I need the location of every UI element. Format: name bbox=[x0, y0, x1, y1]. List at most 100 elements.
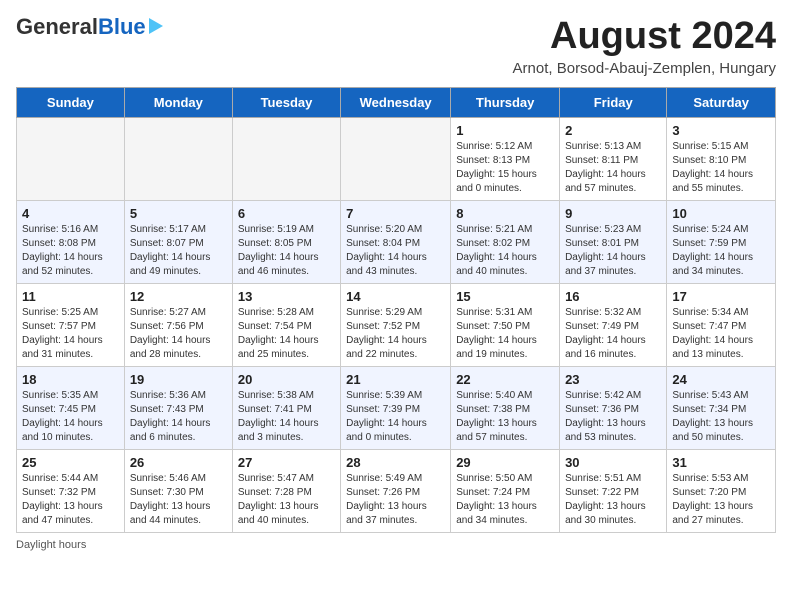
day-number: 21 bbox=[346, 372, 445, 387]
location-subtitle: Arnot, Borsod-Abauj-Zemplen, Hungary bbox=[513, 60, 776, 77]
calendar-cell: 22 Sunrise: 5:40 AMSunset: 7:38 PMDayligh… bbox=[451, 366, 560, 449]
calendar-cell bbox=[341, 117, 451, 200]
day-info: Sunrise: 5:53 AMSunset: 7:20 PMDaylight:… bbox=[672, 472, 770, 528]
day-number: 28 bbox=[346, 455, 445, 470]
day-header-thursday: Thursday bbox=[451, 87, 560, 117]
day-info: Sunrise: 5:28 AMSunset: 7:54 PMDaylight:… bbox=[238, 306, 335, 362]
calendar-cell: 30Sunrise: 5:51 AMSunset: 7:22 PMDayligh… bbox=[560, 449, 667, 532]
day-info: Sunrise: 5:42 AMSunset: 7:36 PMDaylight:… bbox=[565, 389, 661, 445]
calendar-week-row: 11Sunrise: 5:25 AMSunset: 7:57 PMDayligh… bbox=[17, 283, 776, 366]
day-info: Sunrise: 5:46 AMSunset: 7:30 PMDaylight:… bbox=[130, 472, 227, 528]
day-info: Sunrise: 5:32 AMSunset: 7:49 PMDaylight:… bbox=[565, 306, 661, 362]
calendar-cell: 24Sunrise: 5:43 AMSunset: 7:34 PMDayligh… bbox=[667, 366, 776, 449]
day-info: Sunrise: 5:38 AMSunset: 7:41 PMDaylight:… bbox=[238, 389, 335, 445]
day-number: 24 bbox=[672, 372, 770, 387]
calendar-cell bbox=[124, 117, 232, 200]
day-info: Sunrise: 5:40 AMSunset: 7:38 PMDaylight:… bbox=[456, 389, 554, 445]
calendar-header: SundayMondayTuesdayWednesdayThursdayFrid… bbox=[17, 87, 776, 117]
day-info: Sunrise: 5:27 AMSunset: 7:56 PMDaylight:… bbox=[130, 306, 227, 362]
calendar-week-row: 18 Sunrise: 5:35 AMSunset: 7:45 PMDayligh… bbox=[17, 366, 776, 449]
day-number: 3 bbox=[672, 123, 770, 138]
logo: General Blue bbox=[16, 16, 163, 38]
day-header-saturday: Saturday bbox=[667, 87, 776, 117]
day-info: Sunrise: 5:13 AMSunset: 8:11 PMDaylight:… bbox=[565, 140, 661, 196]
day-number: 22 bbox=[456, 372, 554, 387]
calendar-cell: 27Sunrise: 5:47 AMSunset: 7:28 PMDayligh… bbox=[232, 449, 340, 532]
day-number: 4 bbox=[22, 206, 119, 221]
calendar-cell: 1Sunrise: 5:12 AMSunset: 8:13 PMDaylight… bbox=[451, 117, 560, 200]
day-number: 26 bbox=[130, 455, 227, 470]
day-number: 16 bbox=[565, 289, 661, 304]
title-section: August 2024 Arnot, Borsod-Abauj-Zemplen,… bbox=[513, 16, 776, 77]
day-info: Sunrise: 5:16 AMSunset: 8:08 PMDaylight:… bbox=[22, 223, 119, 279]
calendar-cell: 9 Sunrise: 5:23 AMSunset: 8:01 PMDaylight… bbox=[560, 200, 667, 283]
day-info: Sunrise: 5:50 AMSunset: 7:24 PMDaylight:… bbox=[456, 472, 554, 528]
day-header-monday: Monday bbox=[124, 87, 232, 117]
calendar-cell: 12 Sunrise: 5:27 AMSunset: 7:56 PMDayligh… bbox=[124, 283, 232, 366]
calendar-cell: 23Sunrise: 5:42 AMSunset: 7:36 PMDayligh… bbox=[560, 366, 667, 449]
day-number: 31 bbox=[672, 455, 770, 470]
day-number: 7 bbox=[346, 206, 445, 221]
calendar-cell: 26 Sunrise: 5:46 AMSunset: 7:30 PMDayligh… bbox=[124, 449, 232, 532]
calendar-cell: 16 Sunrise: 5:32 AMSunset: 7:49 PMDayligh… bbox=[560, 283, 667, 366]
calendar-cell: 15 Sunrise: 5:31 AMSunset: 7:50 PMDayligh… bbox=[451, 283, 560, 366]
day-info: Sunrise: 5:17 AMSunset: 8:07 PMDaylight:… bbox=[130, 223, 227, 279]
calendar-cell: 11Sunrise: 5:25 AMSunset: 7:57 PMDayligh… bbox=[17, 283, 125, 366]
day-info: Sunrise: 5:24 AMSunset: 7:59 PMDaylight:… bbox=[672, 223, 770, 279]
calendar-week-row: 1Sunrise: 5:12 AMSunset: 8:13 PMDaylight… bbox=[17, 117, 776, 200]
day-number: 17 bbox=[672, 289, 770, 304]
day-number: 27 bbox=[238, 455, 335, 470]
day-number: 15 bbox=[456, 289, 554, 304]
header: General Blue August 2024 Arnot, Borsod-A… bbox=[16, 16, 776, 77]
calendar-cell: 21 Sunrise: 5:39 AMSunset: 7:39 PMDayligh… bbox=[341, 366, 451, 449]
day-number: 11 bbox=[22, 289, 119, 304]
calendar-cell: 7 Sunrise: 5:20 AMSunset: 8:04 PMDaylight… bbox=[341, 200, 451, 283]
day-number: 25 bbox=[22, 455, 119, 470]
calendar-cell: 6Sunrise: 5:19 AMSunset: 8:05 PMDaylight… bbox=[232, 200, 340, 283]
day-number: 10 bbox=[672, 206, 770, 221]
calendar-body: 1Sunrise: 5:12 AMSunset: 8:13 PMDaylight… bbox=[17, 117, 776, 532]
calendar-week-row: 25 Sunrise: 5:44 AMSunset: 7:32 PMDayligh… bbox=[17, 449, 776, 532]
day-info: Sunrise: 5:31 AMSunset: 7:50 PMDaylight:… bbox=[456, 306, 554, 362]
footer-note: Daylight hours bbox=[16, 539, 776, 551]
day-number: 9 bbox=[565, 206, 661, 221]
calendar-cell: 3Sunrise: 5:15 AMSunset: 8:10 PMDaylight… bbox=[667, 117, 776, 200]
month-year-title: August 2024 bbox=[513, 16, 776, 58]
calendar-cell: 2 Sunrise: 5:13 AMSunset: 8:11 PMDaylight… bbox=[560, 117, 667, 200]
day-info: Sunrise: 5:49 AMSunset: 7:26 PMDaylight:… bbox=[346, 472, 445, 528]
day-number: 2 bbox=[565, 123, 661, 138]
logo-arrow-icon bbox=[149, 18, 163, 34]
day-headers-row: SundayMondayTuesdayWednesdayThursdayFrid… bbox=[17, 87, 776, 117]
day-info: Sunrise: 5:34 AMSunset: 7:47 PMDaylight:… bbox=[672, 306, 770, 362]
day-number: 18 bbox=[22, 372, 119, 387]
day-number: 14 bbox=[346, 289, 445, 304]
calendar-cell: 4 Sunrise: 5:16 AMSunset: 8:08 PMDaylight… bbox=[17, 200, 125, 283]
day-info: Sunrise: 5:23 AMSunset: 8:01 PMDaylight:… bbox=[565, 223, 661, 279]
day-info: Sunrise: 5:39 AMSunset: 7:39 PMDaylight:… bbox=[346, 389, 445, 445]
calendar-cell: 18 Sunrise: 5:35 AMSunset: 7:45 PMDayligh… bbox=[17, 366, 125, 449]
day-info: Sunrise: 5:35 AMSunset: 7:45 PMDaylight:… bbox=[22, 389, 119, 445]
calendar-cell: 25 Sunrise: 5:44 AMSunset: 7:32 PMDayligh… bbox=[17, 449, 125, 532]
day-info: Sunrise: 5:44 AMSunset: 7:32 PMDaylight:… bbox=[22, 472, 119, 528]
calendar-cell: 8Sunrise: 5:21 AMSunset: 8:02 PMDaylight… bbox=[451, 200, 560, 283]
day-info: Sunrise: 5:20 AMSunset: 8:04 PMDaylight:… bbox=[346, 223, 445, 279]
calendar-cell: 13Sunrise: 5:28 AMSunset: 7:54 PMDayligh… bbox=[232, 283, 340, 366]
day-number: 6 bbox=[238, 206, 335, 221]
calendar-table: SundayMondayTuesdayWednesdayThursdayFrid… bbox=[16, 87, 776, 533]
calendar-cell: 20Sunrise: 5:38 AMSunset: 7:41 PMDayligh… bbox=[232, 366, 340, 449]
daylight-label: Daylight hours bbox=[16, 539, 86, 551]
day-number: 12 bbox=[130, 289, 227, 304]
day-info: Sunrise: 5:12 AMSunset: 8:13 PMDaylight:… bbox=[456, 140, 554, 196]
logo-general-text: General bbox=[16, 16, 98, 38]
day-info: Sunrise: 5:36 AMSunset: 7:43 PMDaylight:… bbox=[130, 389, 227, 445]
day-header-tuesday: Tuesday bbox=[232, 87, 340, 117]
calendar-cell: 5Sunrise: 5:17 AMSunset: 8:07 PMDaylight… bbox=[124, 200, 232, 283]
day-number: 30 bbox=[565, 455, 661, 470]
calendar-cell bbox=[232, 117, 340, 200]
calendar-cell: 31 Sunrise: 5:53 AMSunset: 7:20 PMDayligh… bbox=[667, 449, 776, 532]
calendar-cell: 19Sunrise: 5:36 AMSunset: 7:43 PMDayligh… bbox=[124, 366, 232, 449]
day-info: Sunrise: 5:21 AMSunset: 8:02 PMDaylight:… bbox=[456, 223, 554, 279]
calendar-cell: 28 Sunrise: 5:49 AMSunset: 7:26 PMDayligh… bbox=[341, 449, 451, 532]
day-number: 29 bbox=[456, 455, 554, 470]
day-info: Sunrise: 5:29 AMSunset: 7:52 PMDaylight:… bbox=[346, 306, 445, 362]
